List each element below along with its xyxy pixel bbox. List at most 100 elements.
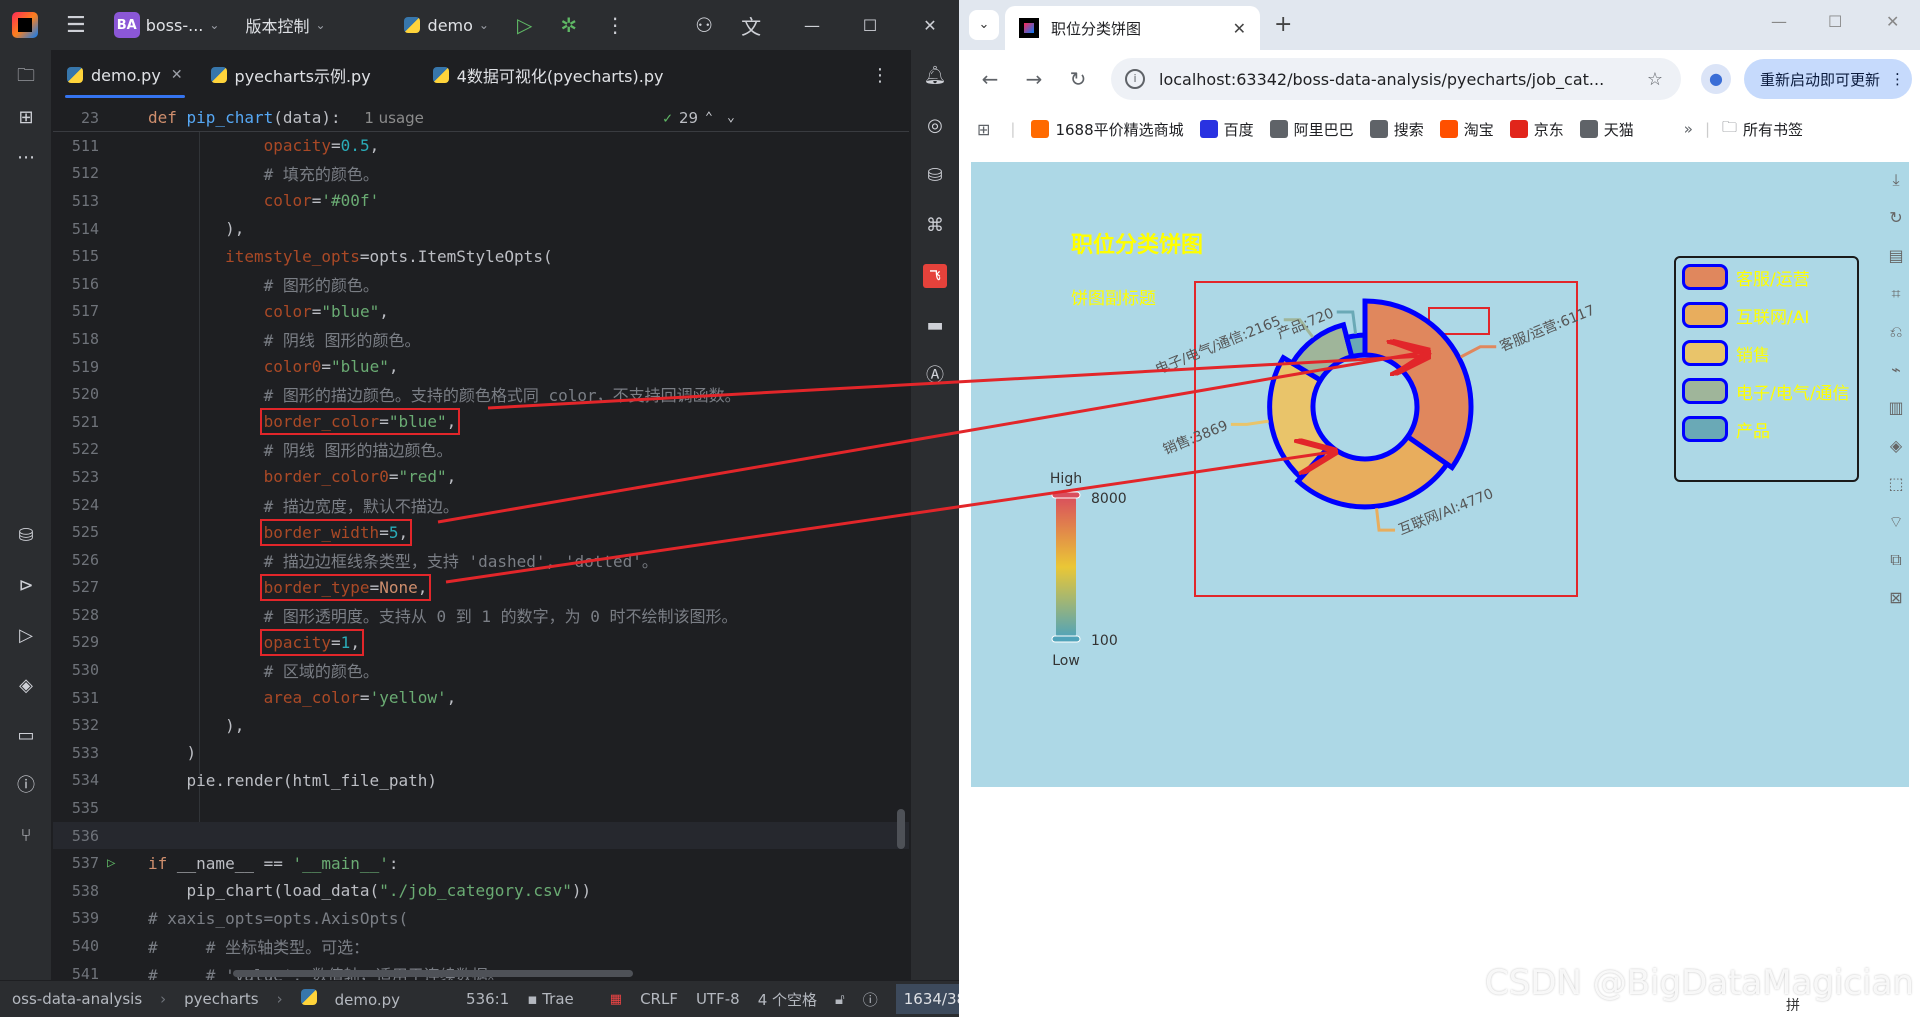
code-line[interactable]: 520 # 图形的描边颜色。支持的颜色格式同 color，不支持回调函数。: [53, 380, 909, 408]
tab-data-visualization[interactable]: 4数据可视化(pyecharts).py: [419, 50, 678, 100]
more-tools-icon[interactable]: ⋯: [14, 146, 38, 170]
caret-position[interactable]: 536:1: [466, 990, 509, 1008]
services-icon[interactable]: ⊳: [14, 574, 38, 598]
close-icon[interactable]: ✕: [905, 0, 955, 50]
code-line[interactable]: 530 # 区域的颜色。: [53, 656, 909, 684]
project-badge[interactable]: BA: [113, 12, 140, 38]
profile-avatar-icon[interactable]: ●: [1701, 64, 1731, 94]
code-line[interactable]: 532 ),: [53, 711, 909, 739]
chevron-down-icon[interactable]: ⌄: [315, 18, 325, 32]
visual-map[interactable]: High 8000 100 Low: [1050, 471, 1127, 669]
clear-select-icon[interactable]: ⊠: [1886, 588, 1906, 608]
code-line[interactable]: 518 # 阴线 图形的颜色。: [53, 325, 909, 353]
vcs-menu[interactable]: 版本控制: [245, 13, 309, 37]
status-file[interactable]: demo.py: [300, 989, 418, 1009]
database-icon[interactable]: ⛁: [14, 524, 38, 548]
code-line[interactable]: 531 area_color='yellow',: [53, 684, 909, 712]
bar-chart-icon[interactable]: ▥: [1886, 398, 1906, 418]
run-tool-icon[interactable]: ▷: [14, 624, 38, 648]
run-gutter-icon[interactable]: ▷: [107, 855, 115, 871]
line-separator[interactable]: CRLF: [640, 990, 678, 1008]
pie-chart-container[interactable]: 职位分类饼图 饼图副标题 客服/运营:6117 互联网/AI:4770 销售:386…: [971, 162, 1909, 787]
line-chart-icon[interactable]: ⌁: [1886, 360, 1906, 380]
sciview-icon[interactable]: ▬: [923, 314, 947, 338]
usage-hint[interactable]: 1 usage: [364, 109, 424, 127]
browser-tab-active[interactable]: 职位分类饼图 ✕: [1005, 6, 1260, 50]
bookmarks-overflow-icon[interactable]: »: [1684, 120, 1693, 138]
all-bookmarks-folder[interactable]: 🗀 所有书签: [1722, 117, 1803, 142]
code-line[interactable]: 519 color0="blue",: [53, 353, 909, 381]
more-icon[interactable]: ⋮: [605, 13, 625, 37]
run-config-selector[interactable]: demo ⌄: [403, 16, 489, 35]
bookmark-item[interactable]: 搜索: [1369, 119, 1424, 140]
code-line[interactable]: 527 border_type=None,: [53, 573, 909, 602]
tab-demo-py[interactable]: demo.py ✕: [53, 50, 197, 100]
run-icon[interactable]: ▷: [517, 13, 532, 37]
code-line[interactable]: 539 # xaxis_opts=opts.AxisOpts(: [53, 905, 909, 933]
lock-icon[interactable]: 🔓︎: [835, 990, 845, 1008]
code-line[interactable]: 511 opacity=0.5,: [53, 132, 909, 160]
code-line[interactable]: 524 # 描边宽度，默认不描边。: [53, 491, 909, 519]
bookmark-item[interactable]: 京东: [1509, 119, 1564, 140]
tab-search-icon[interactable]: ⌄: [969, 10, 999, 40]
pie-slice[interactable]: [1343, 332, 1368, 360]
bookmark-star-icon[interactable]: ☆: [1647, 69, 1663, 90]
code-line[interactable]: 535: [53, 794, 909, 822]
minimize-icon[interactable]: —: [1771, 12, 1787, 31]
code-line[interactable]: 525 border_width=5,: [53, 518, 909, 546]
update-button[interactable]: 重新启动即可更新 ⋮: [1744, 59, 1912, 99]
close-tab-icon[interactable]: ✕: [171, 67, 183, 83]
reload-icon[interactable]: ↻: [1065, 67, 1091, 91]
rect-select-icon[interactable]: ⬚: [1886, 474, 1906, 494]
horizontal-scrollbar[interactable]: [233, 970, 633, 977]
code-line[interactable]: 512 # 填充的颜色。: [53, 160, 909, 188]
address-bar[interactable]: i localhost:63342/boss-data-analysis/pye…: [1111, 58, 1681, 100]
new-tab-icon[interactable]: +: [1274, 12, 1292, 37]
keep-select-icon[interactable]: ⧉: [1886, 550, 1906, 570]
code-line[interactable]: 540 # # 坐标轴类型。可选：: [53, 932, 909, 960]
close-tab-icon[interactable]: ✕: [1233, 19, 1246, 38]
structure-icon[interactable]: ⊞: [14, 106, 38, 130]
main-menu-icon[interactable]: ☰: [66, 13, 86, 38]
bookmark-item[interactable]: 阿里巴巴: [1269, 119, 1354, 140]
code-line[interactable]: 536: [53, 821, 909, 850]
data-view-icon[interactable]: ▤: [1886, 246, 1906, 266]
file-encoding[interactable]: UTF-8: [696, 990, 740, 1008]
code-line[interactable]: 537 ▷ if __name__ == '__main__':: [53, 849, 909, 877]
indent-setting[interactable]: 4 个空格: [758, 989, 817, 1010]
python-console-icon[interactable]: ⌘: [923, 214, 947, 238]
code-line[interactable]: 526 # 描边边框线条类型，支持 'dashed', 'dotted'。: [53, 546, 909, 574]
minimize-icon[interactable]: —: [787, 0, 837, 50]
tabs-more-icon[interactable]: ⋮: [871, 65, 889, 86]
inspection-check-icon[interactable]: ✓: [663, 109, 672, 127]
chevron-up-icon[interactable]: ⌃: [705, 110, 713, 125]
code-line[interactable]: 538 pip_chart(load_data("./job_category.…: [53, 877, 909, 905]
ime-indicator[interactable]: 拼: [1786, 995, 1800, 1015]
code-line[interactable]: 534 pie.render(html_file_path): [53, 767, 909, 795]
vertical-scrollbar[interactable]: [897, 809, 905, 849]
debug-icon[interactable]: ✲: [560, 13, 577, 37]
legend-item[interactable]: 电子/电气/通信: [1682, 378, 1849, 404]
code-line[interactable]: 517 color="blue",: [53, 298, 909, 326]
markdown-icon[interactable]: Ⓐ: [923, 364, 947, 388]
bookmark-item[interactable]: 淘宝: [1439, 119, 1494, 140]
code-line[interactable]: 521 border_color="blue",: [53, 408, 909, 436]
inspections-icon[interactable]: ⓘ: [863, 989, 878, 1010]
bookmark-item[interactable]: 天猫: [1579, 119, 1634, 140]
code-line[interactable]: 513 color='#00f': [53, 187, 909, 215]
project-folder-icon[interactable]: 🗀: [14, 64, 38, 88]
legend-item[interactable]: 销售: [1682, 340, 1770, 366]
project-name[interactable]: boss-...: [146, 16, 204, 35]
code-line[interactable]: 533 ): [53, 739, 909, 767]
translate-icon[interactable]: 文: [741, 11, 761, 40]
code-line[interactable]: 515 itemstyle_opts=opts.ItemStyleOpts(: [53, 242, 909, 270]
bookmark-item[interactable]: 百度: [1199, 119, 1254, 140]
maximize-icon[interactable]: ☐: [845, 0, 895, 50]
site-info-icon[interactable]: i: [1125, 69, 1145, 89]
database-icon[interactable]: ⛁: [923, 164, 947, 188]
chevron-down-icon[interactable]: ⌄: [727, 110, 735, 125]
layers-icon[interactable]: ◈: [14, 674, 38, 698]
back-icon[interactable]: ←: [977, 67, 1003, 91]
git-icon[interactable]: ⑂: [14, 824, 38, 848]
forward-icon[interactable]: →: [1021, 67, 1047, 91]
